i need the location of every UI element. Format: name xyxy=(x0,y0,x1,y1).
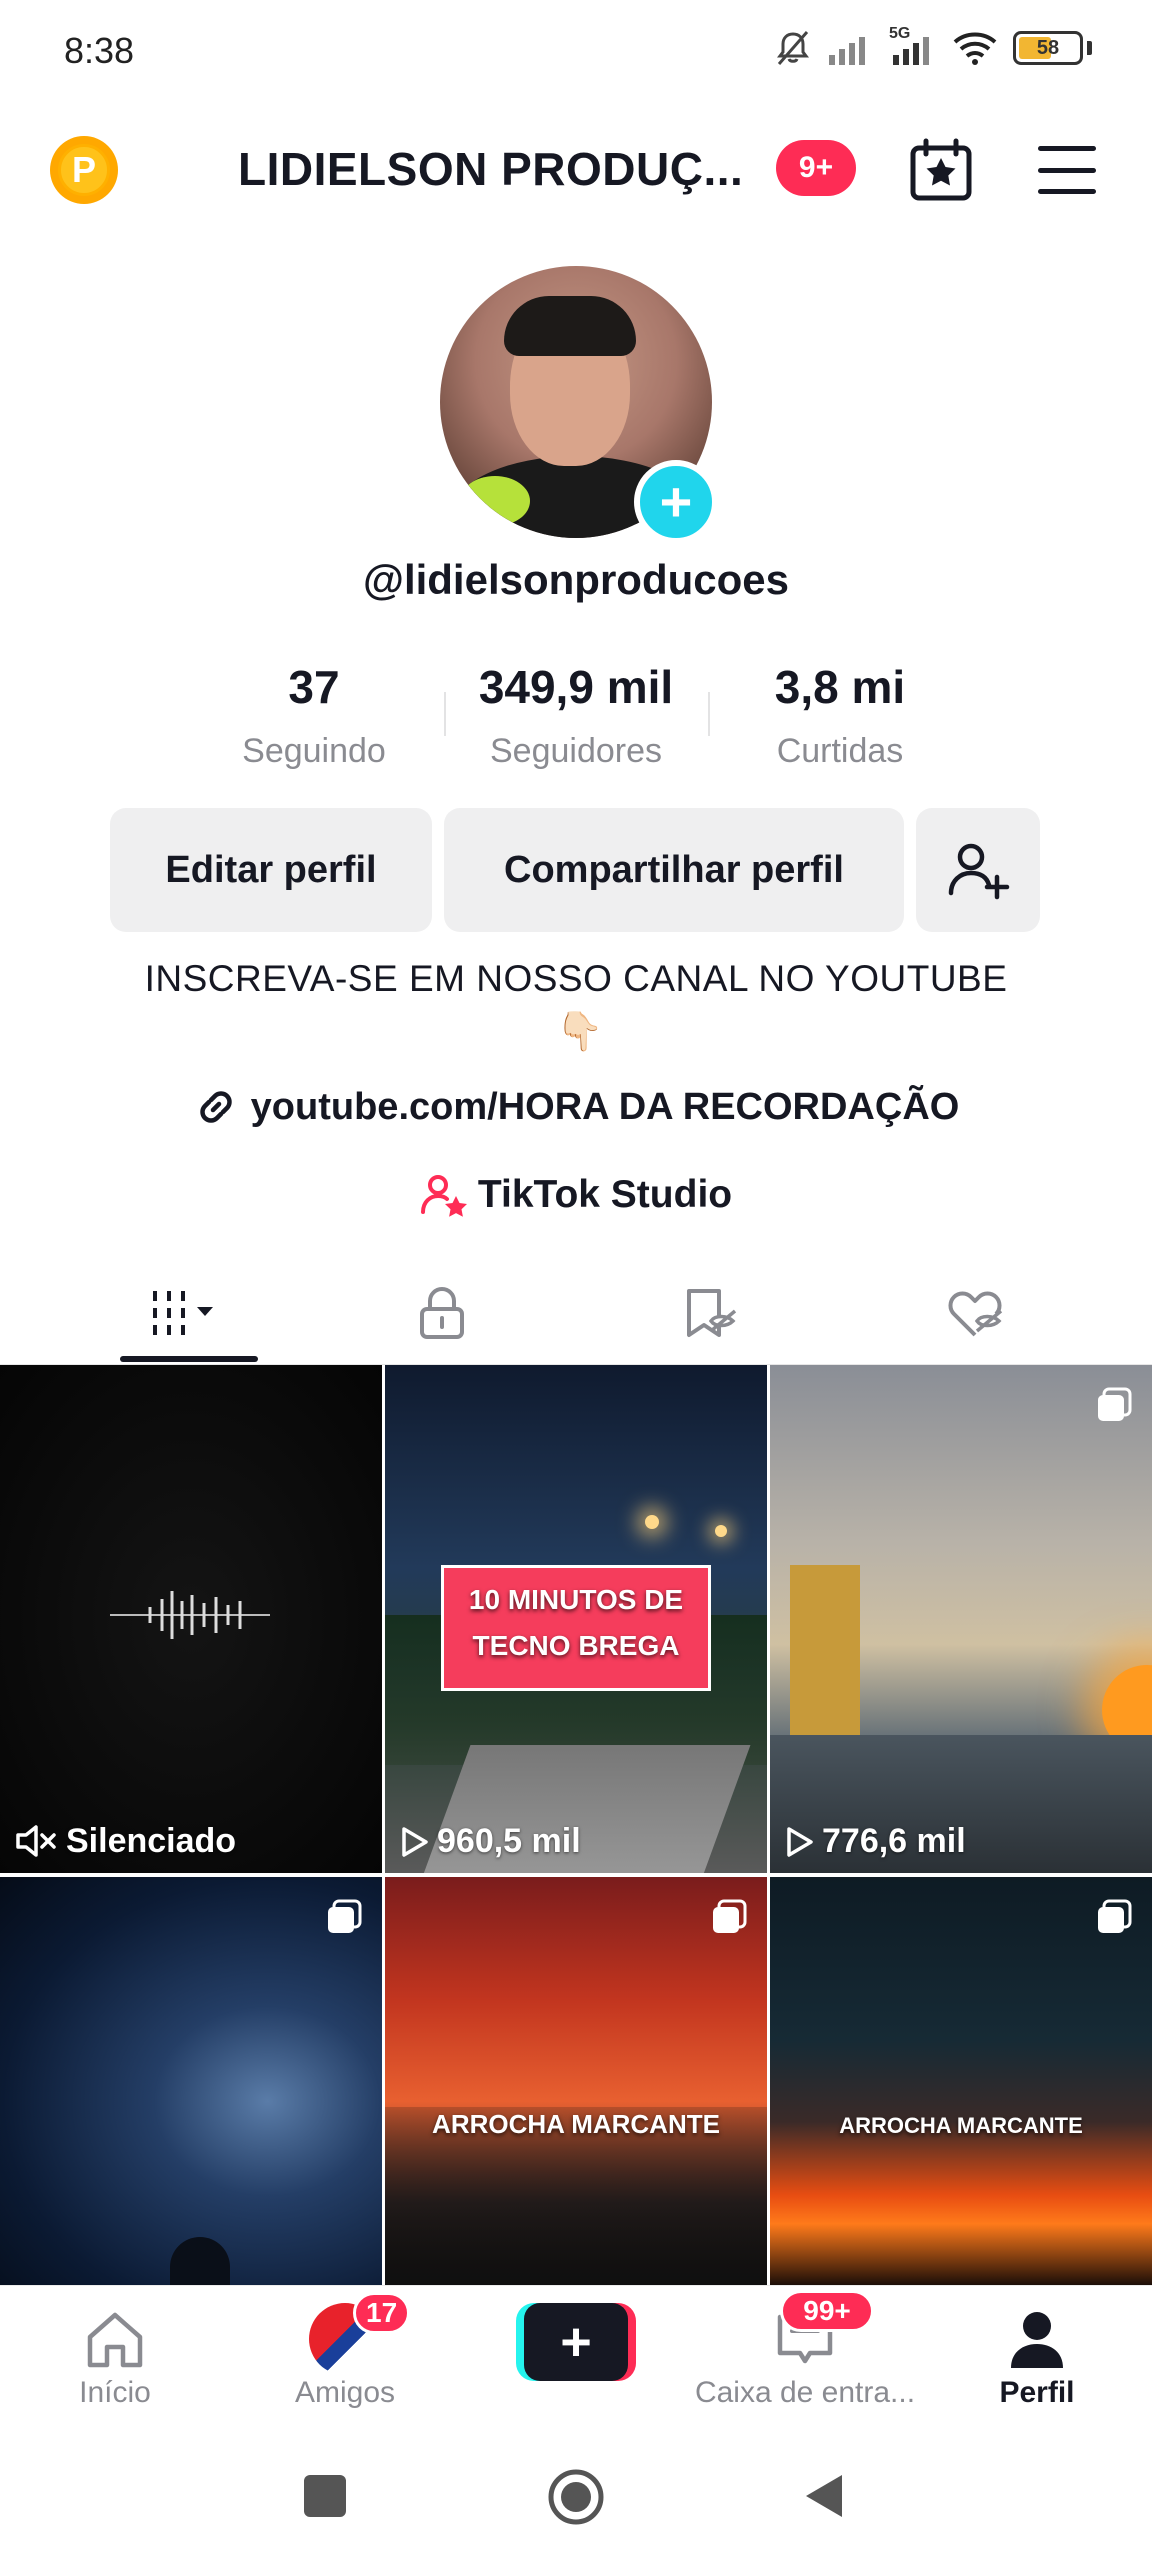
video-views-count: 960,5 mil xyxy=(437,1822,581,1860)
bell-muted-icon xyxy=(777,31,809,65)
stat-label: Seguindo xyxy=(242,732,386,770)
home-circle-icon[interactable] xyxy=(546,2467,606,2527)
video-overlay-text: ARROCHA MARCANTE xyxy=(839,2113,1083,2138)
multi-image-icon xyxy=(1098,1899,1132,1933)
video-overlay-text: ARROCHA MARCANTE xyxy=(432,2109,720,2139)
inbox-badge: 99+ xyxy=(780,2290,874,2332)
nav-home[interactable]: Início xyxy=(0,2286,230,2426)
status-time: 8:38 xyxy=(64,30,135,71)
multi-image-icon xyxy=(328,1899,362,1933)
video-tile[interactable]: ARROCHA MARCANTE xyxy=(770,1877,1152,2285)
videos-grid-icon xyxy=(153,1291,213,1335)
video-overlay-line2: TECNO BREGA xyxy=(472,1630,680,1661)
nav-label: Início xyxy=(79,2376,151,2409)
stat-label: Curtidas xyxy=(776,732,904,770)
video-views: 776,6 mil xyxy=(784,1822,966,1861)
profile-header: P LIDIELSON PRODUÇ... 9+ xyxy=(0,120,1152,220)
video-tile[interactable]: 10 MINUTOS DE TECNO BREGA 960,5 mil xyxy=(385,1365,767,1873)
link-icon xyxy=(199,1091,232,1123)
profile-stats: 37 Seguindo 349,9 mil Seguidores 3,8 mi … xyxy=(0,660,1152,780)
add-friend-button[interactable] xyxy=(916,808,1040,932)
stat-value: 37 xyxy=(288,661,340,713)
profile-tabs xyxy=(0,1262,1152,1364)
username: @lidielsonproducoes xyxy=(362,556,789,603)
video-tile[interactable]: ARROCHA MARCANTE xyxy=(385,1877,767,2285)
heart-hidden-icon xyxy=(948,1291,1003,1337)
video-overlay-line1: 10 MINUTOS DE xyxy=(468,1584,684,1615)
lock-icon xyxy=(420,1287,464,1339)
nav-label: Caixa de entra... xyxy=(694,2376,916,2409)
system-navigation xyxy=(0,2425,1152,2560)
tab-saved[interactable] xyxy=(566,1262,854,1364)
account-switcher-title[interactable]: LIDIELSON PRODUÇ... xyxy=(238,142,743,196)
create-button[interactable]: + xyxy=(516,2303,636,2381)
bookmark-hidden-icon xyxy=(687,1289,737,1337)
coins-icon[interactable]: P xyxy=(50,136,118,204)
nav-label: Amigos xyxy=(294,2376,396,2409)
battery-icon: 58 xyxy=(1013,31,1083,65)
creator-star-icon xyxy=(420,1175,467,1217)
stat-value: 3,8 mi xyxy=(774,661,906,713)
network-label: 5G xyxy=(889,25,911,42)
tab-videos[interactable] xyxy=(45,1262,333,1364)
stat-following[interactable]: 37 Seguindo xyxy=(184,660,444,771)
coin-letter: P xyxy=(58,144,110,196)
stat-label: Seguidores xyxy=(489,732,662,770)
home-icon xyxy=(87,2312,143,2368)
signal-icon xyxy=(829,37,865,65)
calendar-star-icon[interactable] xyxy=(908,138,974,202)
tiktok-studio-label[interactable]: TikTok Studio xyxy=(478,1173,732,1217)
menu-icon[interactable] xyxy=(1038,146,1096,194)
add-user-icon xyxy=(948,843,1010,900)
video-views-count: 776,6 mil xyxy=(822,1822,966,1860)
profile-bio: INSCREVA-SE EM NOSSO CANAL NO YOUTUBE xyxy=(144,958,1008,999)
plus-icon: + xyxy=(524,2303,628,2381)
active-tab-indicator xyxy=(120,1356,258,1362)
network-5g: 5G xyxy=(889,25,937,65)
friends-badge: 17 xyxy=(353,2292,411,2334)
video-status-text: Silenciado xyxy=(66,1821,237,1860)
nav-label: Perfil xyxy=(999,2376,1075,2409)
tab-liked[interactable] xyxy=(832,1262,1120,1364)
video-views: 960,5 mil xyxy=(399,1822,581,1861)
stat-followers[interactable]: 349,9 mil Seguidores xyxy=(446,660,706,771)
play-icon xyxy=(787,1826,813,1857)
waveform-icon xyxy=(110,1591,270,1639)
video-tile[interactable]: 776,6 mil xyxy=(770,1365,1152,1873)
stat-likes[interactable]: 3,8 mi Curtidas xyxy=(710,660,970,771)
play-icon xyxy=(402,1826,428,1857)
recents-icon[interactable] xyxy=(304,2475,346,2517)
share-profile-button[interactable]: Compartilhar perfil xyxy=(444,808,904,932)
multi-image-icon xyxy=(1098,1387,1132,1421)
stat-value: 349,9 mil xyxy=(478,661,674,713)
video-status: Silenciado xyxy=(14,1821,236,1861)
battery-level: 58 xyxy=(1036,36,1060,59)
back-icon[interactable] xyxy=(800,2471,846,2521)
video-tile[interactable]: Silenciado xyxy=(0,1365,382,1873)
nav-inbox[interactable]: 99+ Caixa de entra... xyxy=(690,2286,920,2426)
pointing-down-emoji: 👇🏻 xyxy=(556,1011,604,1053)
profile-icon xyxy=(1011,2312,1063,2368)
edit-profile-button[interactable]: Editar perfil xyxy=(110,808,432,932)
add-avatar-icon[interactable]: + xyxy=(634,460,718,544)
status-icons: 5G 58 xyxy=(773,25,1092,68)
profile-link[interactable]: youtube.com/HORA DA RECORDAÇÃO xyxy=(0,1084,1152,1130)
status-bar: 8:38 5G 58 xyxy=(0,0,1152,105)
video-tile[interactable] xyxy=(0,1877,382,2285)
tab-private[interactable] xyxy=(298,1262,586,1364)
nav-friends[interactable]: 17 Amigos xyxy=(230,2286,460,2426)
nav-profile[interactable]: Perfil xyxy=(922,2286,1152,2426)
profile-link-text[interactable]: youtube.com/HORA DA RECORDAÇÃO xyxy=(251,1086,960,1129)
muted-speaker-icon xyxy=(16,1825,56,1857)
wifi-icon xyxy=(953,32,997,65)
multi-image-icon xyxy=(713,1899,747,1933)
video-title-card: 10 MINUTOS DE TECNO BREGA xyxy=(441,1565,711,1691)
tiktok-studio-link[interactable]: TikTok Studio xyxy=(0,1172,1152,1218)
notification-badge[interactable]: 9+ xyxy=(776,140,856,196)
